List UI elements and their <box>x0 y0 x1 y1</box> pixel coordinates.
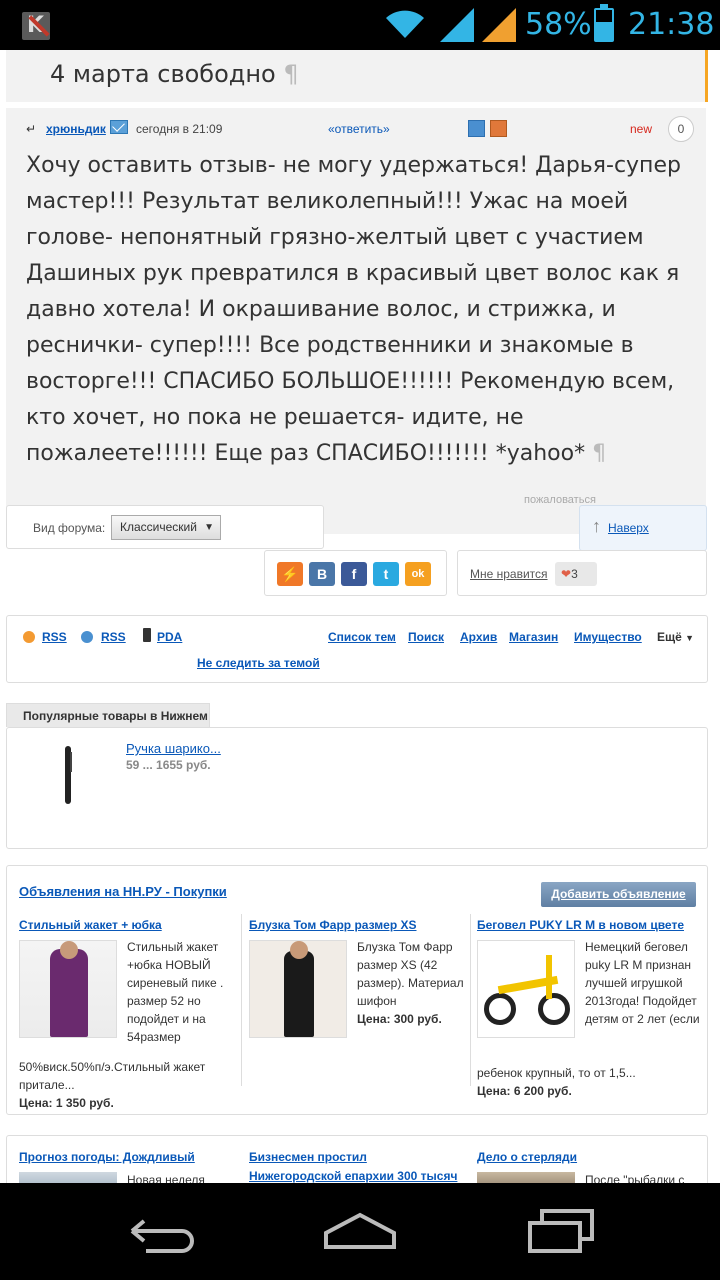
to-top-label[interactable]: Наверх <box>608 521 649 535</box>
gift-icon[interactable] <box>468 120 485 137</box>
arrow-up-icon: ↑ <box>592 516 601 536</box>
archive-link[interactable]: Архив <box>460 630 497 644</box>
pilcrow-icon: ¶ <box>283 60 299 88</box>
rss-icon <box>23 631 35 643</box>
pen-image[interactable] <box>65 746 72 804</box>
forum-post: ↵ хрюньдик сегодня в 21:09 «ответить» ne… <box>6 108 706 534</box>
product-name-link[interactable]: Ручка шарико... <box>126 741 221 756</box>
share-twitter-icon[interactable]: t <box>373 562 399 586</box>
rss-blue-icon <box>81 631 93 643</box>
previous-post-text: 4 марта свободно ¶ <box>50 60 299 88</box>
ad-description: Стильный жакет +юбка НОВЫЙ сиреневый пик… <box>127 940 224 1044</box>
add-listing-button[interactable]: Добавить объявление <box>541 882 696 907</box>
likes-label[interactable]: Мне нравится <box>470 567 548 581</box>
mail-icon[interactable] <box>110 120 128 134</box>
rss-link-2[interactable]: RSS <box>101 630 126 644</box>
status-bar: K 58% 21:38 <box>0 0 720 50</box>
battery-icon <box>594 4 614 42</box>
news-thumbnail[interactable] <box>477 1172 575 1183</box>
shop-link[interactable]: Магазин <box>509 630 558 644</box>
like-button[interactable]: ❤3 <box>555 562 597 586</box>
ad-description: Немецкий беговел puky LR M признан лучше… <box>585 940 700 1026</box>
popular-goods: Ручка шарико... 59 ... 1655 руб. <box>6 727 708 849</box>
share-lightning-icon[interactable]: ⚡ <box>277 562 303 586</box>
clock: 21:38 <box>628 7 715 42</box>
share-odnoklassniki-icon[interactable]: ok <box>405 562 431 586</box>
post-body: Хочу оставить отзыв- не могу удержаться!… <box>26 153 681 466</box>
search-link[interactable]: Поиск <box>408 630 444 644</box>
page-content[interactable]: 4 марта свободно ¶ ↵ хрюньдик сегодня в … <box>0 50 720 1183</box>
divider <box>470 914 471 1086</box>
ad-item: Стильный жакет + юбка Стильный жакет +юб… <box>19 918 245 1110</box>
ad-description: Блузка Том Фарр размер XS (42 размер). М… <box>357 940 464 1026</box>
battery-percent: 58% <box>525 7 592 42</box>
navigation-bar <box>0 1183 720 1280</box>
back-icon[interactable] <box>126 1207 196 1257</box>
ad-description-more: ребенок крупный, то от 1,5... Цена: 6 200… <box>477 1064 703 1100</box>
scroll-indicator <box>705 50 708 102</box>
ad-image-balance-bike[interactable] <box>477 940 575 1038</box>
news-text: После "рыбалки с <box>585 1173 685 1183</box>
forum-view-select[interactable]: Классический ▼ <box>111 515 221 540</box>
phone-icon <box>143 628 151 642</box>
post-author-link[interactable]: хрюньдик <box>46 122 106 136</box>
ad-image-blouse[interactable] <box>249 940 347 1038</box>
forum-view-selector: Вид форума: Классический ▼ <box>6 505 324 549</box>
ad-heading[interactable]: Беговел PUKY LR M в новом цвете <box>477 918 684 932</box>
signal-2-icon <box>482 8 516 42</box>
pilcrow-icon: ¶ <box>592 441 607 466</box>
unfollow-link[interactable]: Не следить за темой <box>197 656 320 670</box>
new-badge: new <box>630 122 653 136</box>
topics-link[interactable]: Список тем <box>328 630 396 644</box>
rating-count[interactable]: 0 <box>668 116 694 142</box>
likes-box: Мне нравится ❤3 <box>457 550 707 596</box>
post-header: ↵ хрюньдик сегодня в 21:09 «ответить» ne… <box>6 108 706 144</box>
ad-price: Цена: 1 350 руб. <box>19 1096 114 1110</box>
news-text: Новая неделя <box>127 1173 205 1183</box>
product-price: 59 ... 1655 руб. <box>126 758 211 772</box>
popular-goods-tab[interactable]: Популярные товары в Нижнем <box>6 703 210 727</box>
home-icon[interactable] <box>322 1207 398 1257</box>
ad-item: Блузка Том Фарр размер XS Блузка Том Фар… <box>249 918 475 1108</box>
wifi-icon <box>386 10 424 38</box>
news-block: Прогноз погоды: Дождливый вторник Новая … <box>6 1135 708 1183</box>
previous-post: 4 марта свободно ¶ <box>6 50 706 102</box>
signal-icon <box>440 8 474 42</box>
share-vk-icon[interactable]: В <box>309 562 335 586</box>
divider <box>241 914 242 1086</box>
chevron-down-icon: ▼ <box>685 633 695 643</box>
ad-heading[interactable]: Стильный жакет + юбка <box>19 918 162 932</box>
ad-item: Беговел PUKY LR M в новом цвете Немецкий… <box>477 918 703 1108</box>
recent-apps-icon[interactable] <box>526 1207 596 1257</box>
dropdown-caret-icon: ▼ <box>204 522 214 533</box>
share-facebook-icon[interactable]: f <box>341 562 367 586</box>
ad-price: Цена: 300 руб. <box>357 1012 442 1026</box>
reply-link[interactable]: «ответить» <box>328 122 390 136</box>
share-buttons: ⚡ В f t ok <box>264 550 447 596</box>
news-heading[interactable]: Бизнесмен простил Нижегородской епархии … <box>249 1148 459 1183</box>
hammer-icon[interactable] <box>490 120 507 137</box>
pda-link[interactable]: PDA <box>157 630 182 644</box>
forum-view-label: Вид форума: <box>33 521 106 535</box>
classifieds: Объявления на НН.РУ - Покупки Добавить о… <box>6 865 708 1115</box>
rss-link[interactable]: RSS <box>42 630 67 644</box>
ad-price: Цена: 6 200 руб. <box>477 1084 572 1098</box>
to-top-button[interactable]: ↑ Наверх <box>579 505 707 551</box>
post-link-icon[interactable]: ↵ <box>26 122 36 136</box>
links-bar: RSS RSS PDA Список тем Поиск Архив Магаз… <box>6 615 708 683</box>
news-heading[interactable]: Дело о стерляди <box>477 1148 697 1167</box>
post-time: сегодня в 21:09 <box>136 122 223 136</box>
more-menu[interactable]: Ещё ▼ <box>657 630 694 644</box>
kaspersky-app-icon: K <box>22 12 50 40</box>
heart-icon: ❤ <box>561 567 572 581</box>
property-link[interactable]: Имущество <box>574 630 642 644</box>
ad-heading[interactable]: Блузка Том Фарр размер XS <box>249 918 417 932</box>
news-thumbnail[interactable] <box>19 1172 117 1183</box>
ad-image-jacket[interactable] <box>19 940 117 1038</box>
classifieds-title[interactable]: Объявления на НН.РУ - Покупки <box>19 884 227 899</box>
ad-description-more: 50%виск.50%п/э.Стильный жакет притале...… <box>19 1058 245 1112</box>
